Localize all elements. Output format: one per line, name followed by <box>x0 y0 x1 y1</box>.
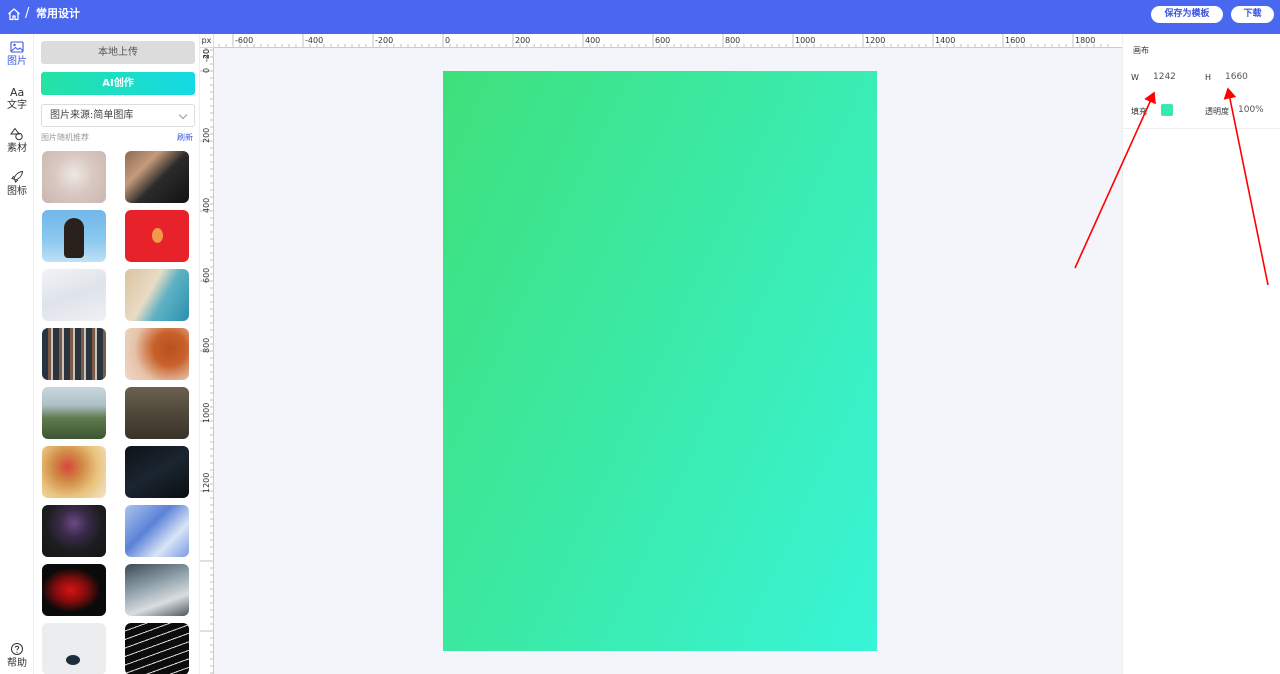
fill-label: 填充 <box>1131 107 1147 116</box>
ruler-label: -400 <box>305 36 323 45</box>
ruler-label: 600 <box>655 36 670 45</box>
properties-panel: 画布 W 1242 H 1660 填充 透明度 100% <box>1122 34 1280 674</box>
image-thumbnail[interactable] <box>42 505 106 557</box>
image-thumbnail[interactable] <box>42 328 106 380</box>
help-label: 帮助 <box>7 658 27 669</box>
ruler-label: 600 <box>202 268 211 283</box>
ruler-label: 800 <box>725 36 740 45</box>
home-icon[interactable] <box>7 7 21 21</box>
sidebar-item-materials[interactable]: 素材 <box>0 127 34 155</box>
image-thumbnail[interactable] <box>42 151 106 203</box>
ruler-label: 400 <box>202 198 211 213</box>
ruler-label: 800 <box>202 338 211 353</box>
text-icon: Aa <box>10 86 24 98</box>
help-button[interactable]: 帮助 <box>0 642 34 670</box>
vertical-ruler: -40 -200 0 200 400 600 800 1000 1200 <box>200 48 214 674</box>
divider <box>1123 128 1280 129</box>
ruler-label: 1200 <box>202 473 211 493</box>
shapes-icon <box>10 127 23 141</box>
ruler-label: 1000 <box>795 36 815 45</box>
svg-text:Aa: Aa <box>10 86 24 98</box>
ruler-unit: px <box>200 34 214 48</box>
sidebar-item-label: 素材 <box>7 143 27 154</box>
image-thumbnail[interactable] <box>125 564 189 616</box>
rocket-icon <box>11 170 24 183</box>
height-label: H <box>1205 73 1212 82</box>
image-thumbnail[interactable] <box>125 210 189 262</box>
ruler-label: 200 <box>515 36 530 45</box>
image-panel: 本地上传 AI创作 图片来源:简单图库 图片随机推荐 刷新 <box>34 34 200 674</box>
image-thumbnail[interactable] <box>125 623 189 674</box>
ruler-label: 1800 <box>1075 36 1095 45</box>
image-icon <box>10 41 24 53</box>
breadcrumb-separator: / <box>25 6 30 21</box>
design-canvas[interactable] <box>443 71 877 651</box>
top-bar: / 常用设计 保存为模板 下载 <box>0 0 1280 34</box>
image-thumbnail[interactable] <box>125 151 189 203</box>
image-thumbnail[interactable] <box>42 210 106 262</box>
canvas-section-title: 画布 <box>1133 46 1149 55</box>
canvas-workspace[interactable] <box>214 48 1122 674</box>
ruler-label: 1000 <box>202 403 211 423</box>
image-thumbnail[interactable] <box>42 387 106 439</box>
ruler-label: 1200 <box>865 36 885 45</box>
image-thumbnail[interactable] <box>125 269 189 321</box>
ruler-label: -200 <box>375 36 393 45</box>
save-as-template-button[interactable]: 保存为模板 <box>1151 6 1223 23</box>
refresh-link[interactable]: 刷新 <box>177 132 193 143</box>
image-thumbnail[interactable] <box>42 623 106 674</box>
sidebar-item-label: 图标 <box>7 186 27 197</box>
width-input[interactable]: 1242 <box>1153 72 1176 82</box>
opacity-input[interactable]: 100% <box>1238 105 1264 115</box>
ruler-label: 1600 <box>1005 36 1025 45</box>
image-source-select[interactable]: 图片来源:简单图库 <box>41 104 195 127</box>
ruler-label: 400 <box>585 36 600 45</box>
image-thumbnail[interactable] <box>125 446 189 498</box>
image-thumbnail[interactable] <box>125 387 189 439</box>
local-upload-button[interactable]: 本地上传 <box>41 41 195 64</box>
sidebar-item-label: 文字 <box>7 100 27 111</box>
ruler-label: 200 <box>202 128 211 143</box>
sidebar-item-label: 图片 <box>7 56 27 67</box>
sidebar-item-icons[interactable]: 图标 <box>0 170 34 198</box>
opacity-label: 透明度 <box>1205 107 1229 116</box>
chevron-down-icon <box>178 110 188 120</box>
image-thumbnail[interactable] <box>42 564 106 616</box>
ruler-label: 1400 <box>935 36 955 45</box>
page-title: 常用设计 <box>36 7 80 20</box>
width-label: W <box>1131 73 1139 82</box>
help-icon <box>11 643 23 655</box>
image-thumbnail[interactable] <box>42 269 106 321</box>
random-recommend-label: 图片随机推荐 <box>41 133 89 142</box>
tool-sidebar: 图片 Aa 文字 素材 图标 帮助 <box>0 34 34 674</box>
ruler-label: 0 <box>445 36 450 45</box>
download-button[interactable]: 下载 <box>1231 6 1274 23</box>
image-thumbnail[interactable] <box>125 328 189 380</box>
image-thumbnail[interactable] <box>42 446 106 498</box>
ruler-label: 0 <box>202 68 211 73</box>
ai-create-button[interactable]: AI创作 <box>41 72 195 95</box>
image-source-value: 图片来源:简单图库 <box>50 110 134 121</box>
ruler-label: -600 <box>235 36 253 45</box>
fill-color-swatch[interactable] <box>1161 104 1173 116</box>
image-thumbnail[interactable] <box>125 505 189 557</box>
height-input[interactable]: 1660 <box>1225 72 1248 82</box>
horizontal-ruler: -600 -400 -200 0 200 400 600 800 1000 1200 1400 160… <box>214 34 1122 48</box>
ruler-label: -200 <box>202 48 211 62</box>
sidebar-item-images[interactable]: 图片 <box>0 40 34 68</box>
sidebar-item-text[interactable]: Aa 文字 <box>0 84 34 112</box>
